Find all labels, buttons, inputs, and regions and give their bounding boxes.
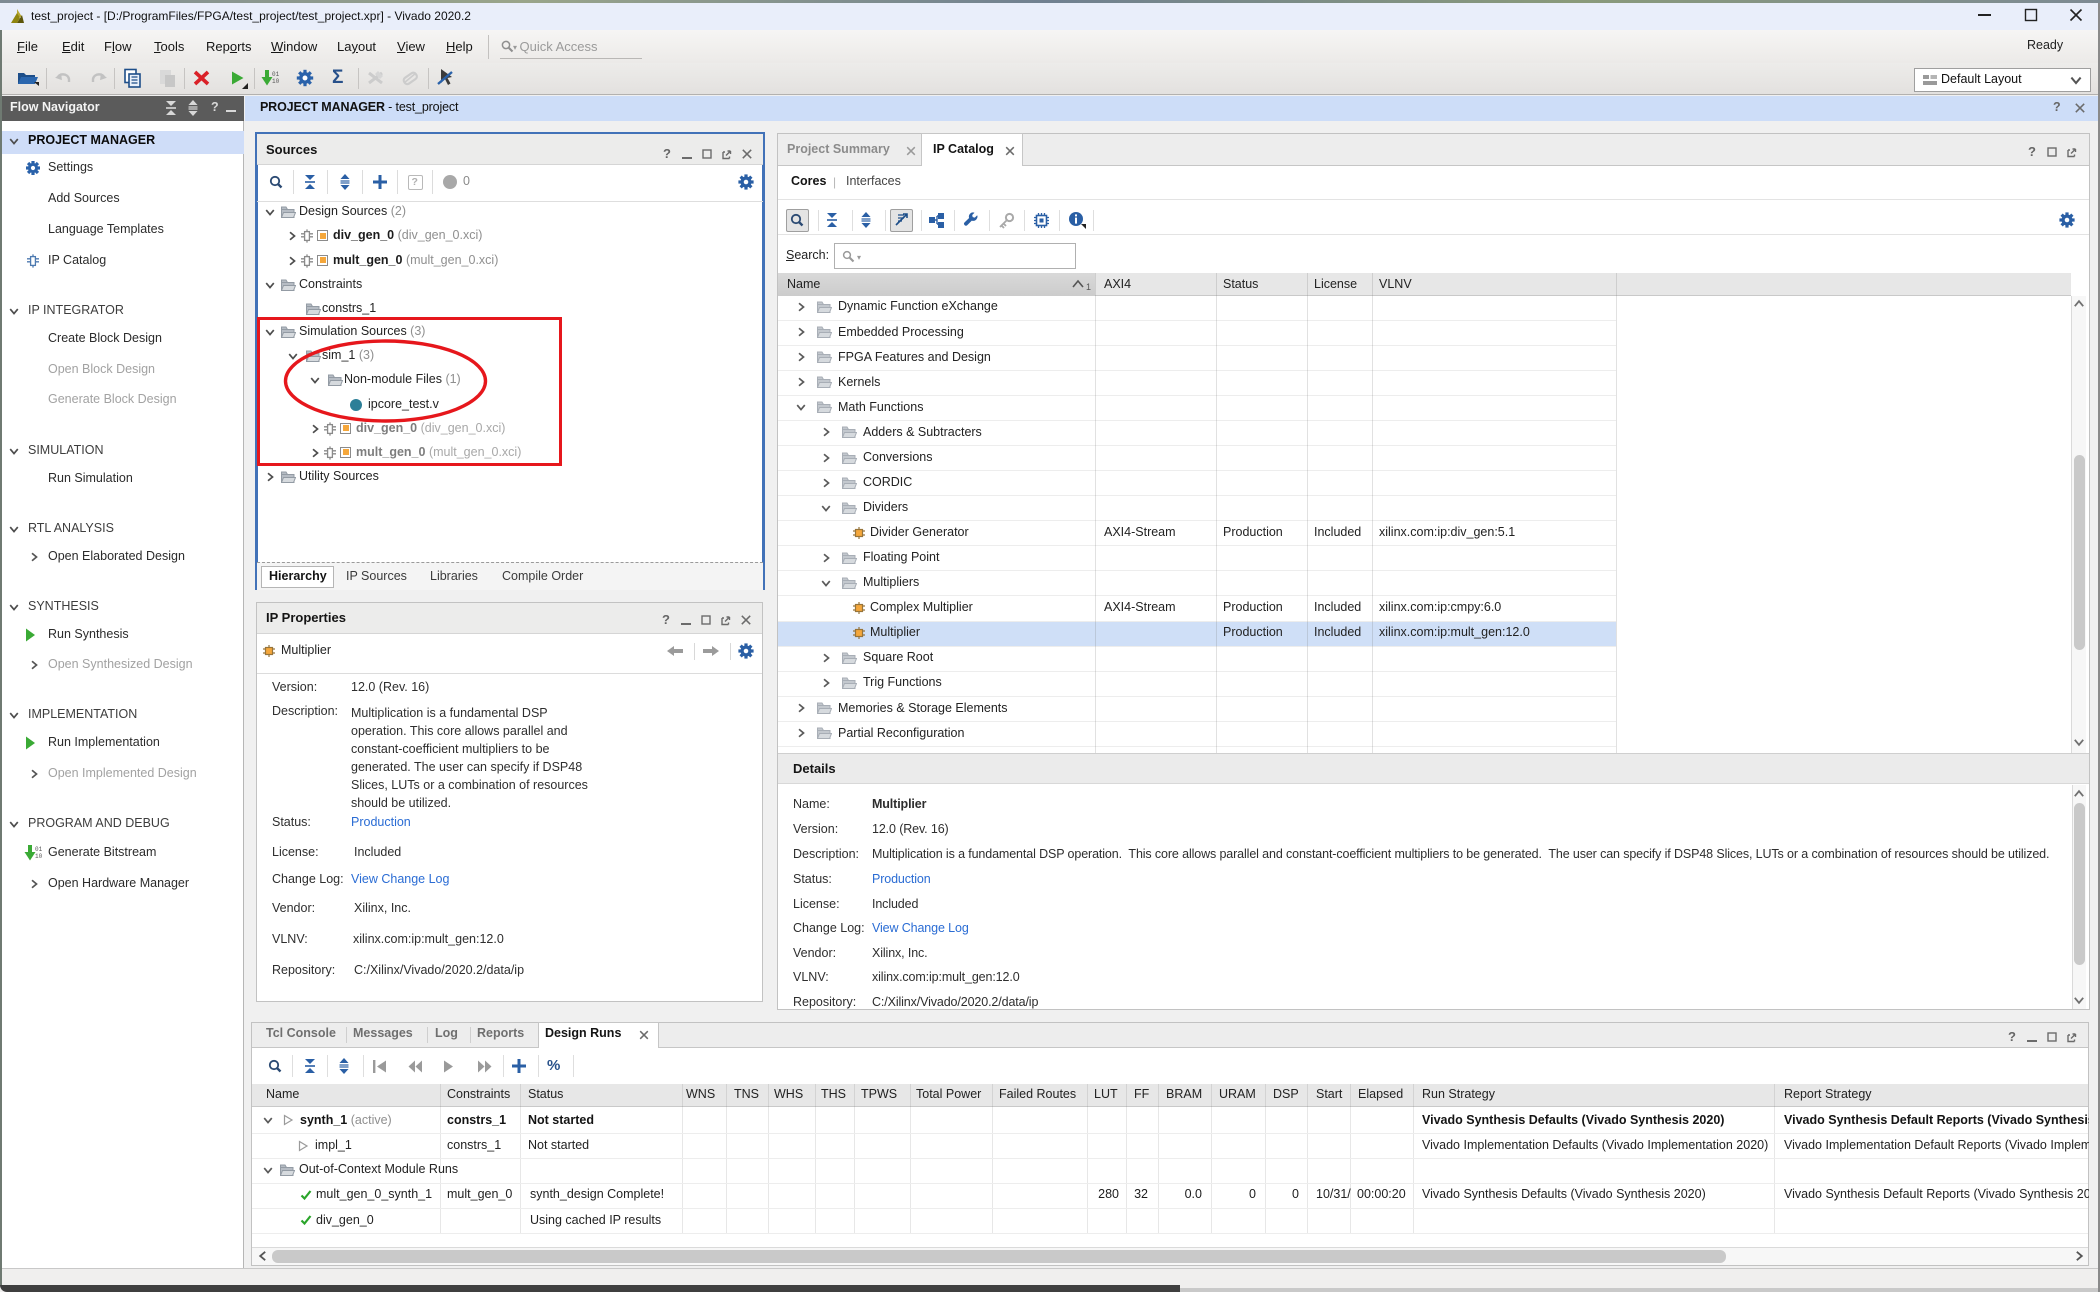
svg-text:10: 10	[272, 78, 280, 85]
svg-text:10: 10	[35, 853, 43, 860]
svg-text:1: 1	[1086, 282, 1091, 292]
svg-text:01: 01	[272, 71, 280, 78]
svg-text:01: 01	[35, 846, 43, 853]
